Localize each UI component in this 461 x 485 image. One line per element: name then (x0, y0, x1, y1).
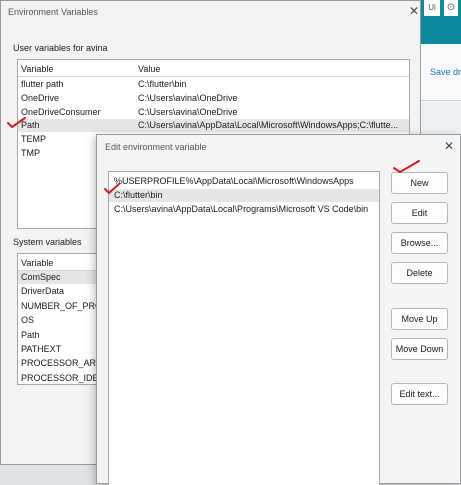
table-row[interactable]: OneDriveConsumer C:\Users\avina\OneDrive (18, 106, 409, 119)
variable-name: TMP (21, 148, 40, 158)
list-item-selected[interactable]: C:\flutter\bin (109, 189, 379, 202)
background-app-tab[interactable]: Ui (424, 0, 440, 16)
red-checkmark-icon (7, 117, 26, 128)
delete-button[interactable]: Delete (391, 262, 448, 284)
red-checkmark-icon (393, 160, 420, 173)
table-row[interactable]: flutter path C:\flutter\bin (18, 78, 409, 91)
variable-name: Path (21, 330, 40, 340)
variable-name: flutter path (21, 79, 64, 89)
table-row[interactable]: OneDrive C:\Users\avina\OneDrive (18, 92, 409, 105)
table-row-selected[interactable]: Path C:\Users\avina\AppData\Local\Micros… (18, 119, 409, 132)
close-icon[interactable]: ✕ (409, 4, 419, 18)
list-item[interactable]: C:\Users\avina\AppData\Local\Programs\Mi… (114, 203, 379, 216)
variable-name: TEMP (21, 134, 47, 144)
variable-name: PATHEXT (21, 344, 62, 354)
column-header-variable[interactable]: Variable (21, 257, 53, 270)
variable-name: OS (21, 315, 35, 325)
edit-environment-variable-dialog: Edit environment variable ✕ %USERPROFILE… (96, 134, 461, 485)
variable-name: DriverData (21, 286, 65, 296)
variable-name: ComSpec (21, 272, 61, 282)
user-variables-label: User variables for avina (13, 43, 108, 53)
variable-name: OneDriveConsumer (21, 107, 101, 117)
path-entries-list[interactable]: %USERPROFILE%\AppData\Local\Microsoft\Wi… (108, 171, 380, 485)
edit-dialog-title: Edit environment variable (105, 142, 207, 152)
list-item[interactable]: %USERPROFILE%\AppData\Local\Microsoft\Wi… (114, 175, 379, 188)
browse-button[interactable]: Browse... (391, 232, 448, 254)
edit-button[interactable]: Edit (391, 202, 448, 224)
move-up-button[interactable]: Move Up (391, 308, 448, 330)
dialog-title: Environment Variables (8, 7, 98, 17)
variable-name: OneDrive (21, 93, 60, 103)
close-icon[interactable]: ✕ (444, 139, 454, 153)
background-save-link[interactable]: Save dr (430, 67, 461, 77)
variable-value: C:\Users\avina\OneDrive (138, 107, 238, 117)
variable-value: C:\Users\avina\AppData\Local\Microsoft\W… (138, 120, 399, 130)
column-header-variable[interactable]: Variable (21, 63, 53, 76)
variable-value: C:\flutter\bin (138, 79, 187, 89)
red-checkmark-icon (104, 183, 120, 194)
user-variables-header: Variable Value (18, 63, 409, 77)
move-down-button[interactable]: Move Down (391, 338, 448, 360)
edit-text-button[interactable]: Edit text... (391, 383, 448, 405)
column-header-value[interactable]: Value (138, 63, 160, 76)
background-app-icon[interactable]: ⊙ (444, 0, 458, 16)
system-variables-label: System variables (13, 237, 82, 247)
variable-value: C:\Users\avina\OneDrive (138, 93, 238, 103)
new-button[interactable]: New (391, 172, 448, 194)
